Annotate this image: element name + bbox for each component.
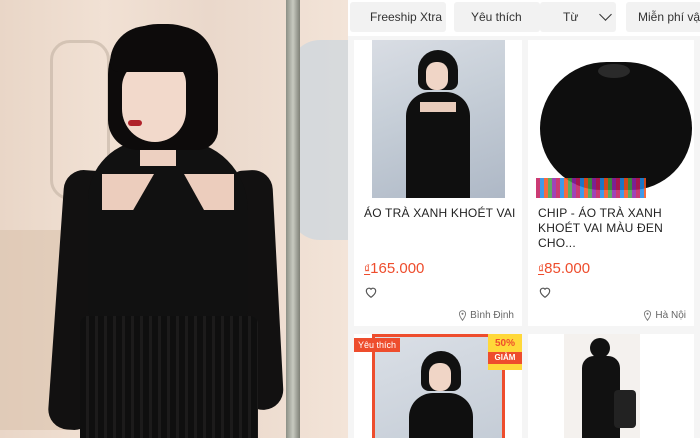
product-card[interactable]: Yêu thích 50% GIẢM: [354, 334, 522, 438]
filter-label: Từ: [563, 10, 579, 24]
model-photo: [0, 0, 348, 438]
heart-icon[interactable]: [364, 285, 378, 299]
watermark: [536, 178, 646, 198]
model-face: [122, 60, 186, 142]
product-location: Bình Định: [458, 310, 514, 321]
shop-results-panel: Freeship Xtra Yêu thích Từ Miễn phí vận …: [348, 0, 700, 438]
model-top: [88, 140, 248, 320]
product-image: [536, 42, 692, 198]
product-location: Hà Nội: [643, 310, 686, 321]
model-lips: [128, 120, 142, 126]
discount-badge: 50% GIẢM: [488, 334, 522, 370]
filter-favorite[interactable]: Yêu thích: [454, 2, 540, 32]
product-price: ₫165.000: [364, 260, 424, 277]
product-card[interactable]: CHIP - ÁO TRÀ XANH KHOÉT VAI MÀU ĐEN CHO…: [528, 40, 694, 326]
favorite-badge: Yêu thích: [354, 338, 401, 352]
price-value: 165.000: [370, 260, 425, 277]
model-skirt: [80, 316, 258, 438]
product-title: CHIP - ÁO TRÀ XANH KHOÉT VAI MÀU ĐEN CHO…: [538, 206, 663, 250]
product-title: ÁO TRÀ XANH KHOÉT VAI: [364, 206, 516, 220]
product-price: ₫85.000: [538, 260, 590, 277]
filter-free-shipping[interactable]: Miễn phí vận: [626, 2, 700, 32]
product-image: [372, 40, 505, 198]
filter-from-dropdown[interactable]: Từ: [540, 2, 616, 32]
filter-freeship-xtra[interactable]: Freeship Xtra: [350, 2, 446, 32]
location-pin-icon: [644, 310, 652, 321]
location-text: Bình Định: [470, 310, 514, 321]
product-image: [564, 334, 640, 438]
price-value: 85.000: [544, 260, 591, 277]
discount-label: GIẢM: [488, 352, 522, 364]
model-fringe: [110, 26, 214, 72]
filter-bar: Freeship Xtra Yêu thích Từ Miễn phí vận: [348, 0, 700, 36]
location-pin-icon: [459, 310, 467, 321]
filter-label: Yêu thích: [471, 10, 522, 24]
heart-icon[interactable]: [538, 285, 552, 299]
metal-pole: [286, 0, 300, 438]
discount-percent: 50%: [494, 338, 515, 349]
filter-label: Miễn phí vận: [638, 10, 700, 24]
model-figure: [40, 20, 285, 438]
product-card[interactable]: [528, 334, 694, 438]
filter-label: Freeship Xtra: [370, 10, 443, 24]
product-card[interactable]: ÁO TRÀ XANH KHOÉT VAI ₫165.000 Bình Định: [354, 40, 522, 326]
chevron-down-icon: [599, 8, 612, 21]
location-text: Hà Nội: [655, 310, 686, 321]
